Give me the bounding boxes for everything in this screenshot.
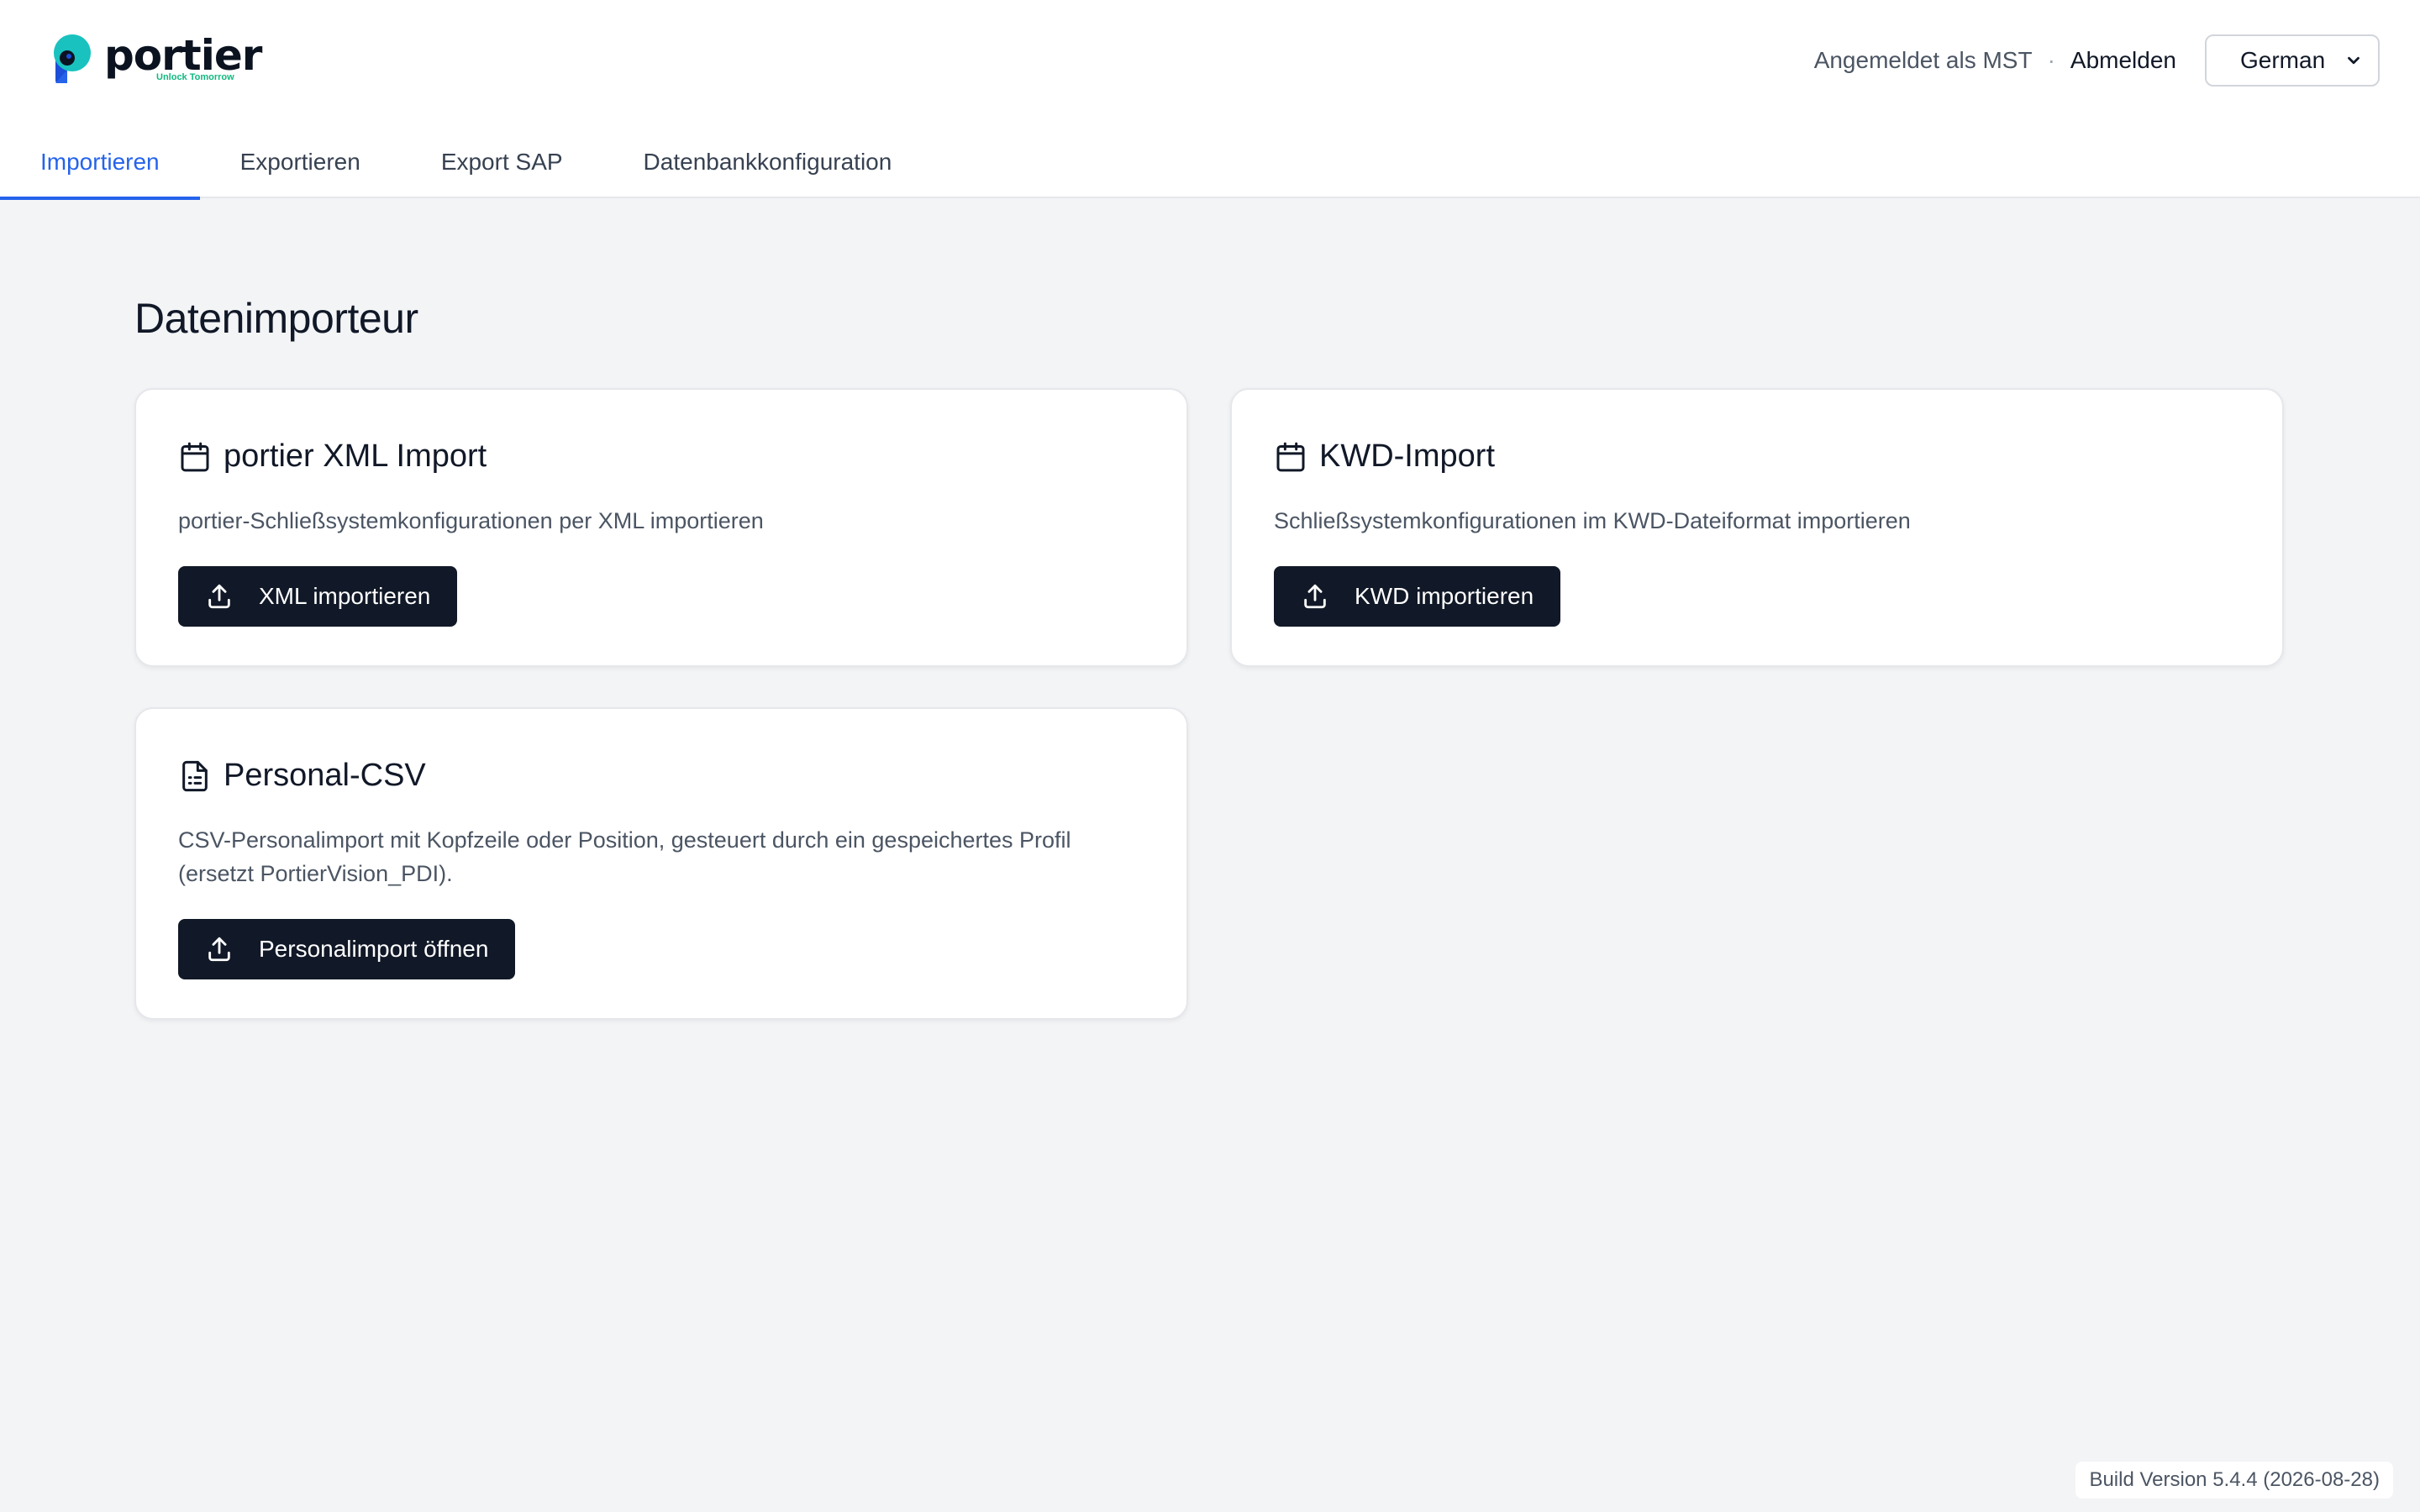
- file-text-icon: [182, 760, 208, 791]
- card-description: Schließsystemkonfigurationen im KWD-Date…: [1274, 508, 1911, 533]
- xml-import-button-label: XML importieren: [259, 583, 431, 609]
- kwd-import-card: KWD-Import Schließsystemkonfigurationen …: [1230, 388, 2284, 667]
- page-title: Datenimporteur: [134, 295, 418, 342]
- xml-import-card: portier XML Import portier-Schließsystem…: [134, 388, 1188, 667]
- upload-icon: [1304, 584, 1326, 609]
- upload-icon: [208, 584, 230, 609]
- tab-export-sap[interactable]: Export SAP: [401, 126, 603, 198]
- personal-csv-card: Personal-CSV CSV-Personalimport mit Kopf…: [134, 707, 1188, 1020]
- portier-logo-icon: [54, 34, 91, 83]
- chevron-down-icon: [2348, 56, 2360, 65]
- tab-exportieren[interactable]: Exportieren: [200, 126, 401, 198]
- card-header: portier XML Import: [178, 438, 487, 475]
- logged-in-user-label: Angemeldet als MST: [1813, 47, 2033, 73]
- kwd-import-button[interactable]: KWD importieren: [1274, 566, 1561, 627]
- language-selected-value: German: [2240, 47, 2326, 73]
- top-bar: portier Unlock Tomorrow Angemeldet als M…: [0, 0, 2420, 200]
- personal-import-button[interactable]: Personalimport öffnen: [178, 919, 516, 979]
- tab-datenbankkonfiguration[interactable]: Datenbankkonfiguration: [603, 126, 933, 198]
- calendar-icon: [181, 442, 209, 471]
- portier-logo[interactable]: portier Unlock Tomorrow: [52, 32, 262, 86]
- card-title: Personal-CSV: [224, 758, 426, 793]
- upload-icon: [208, 937, 230, 962]
- logo-wordmark: portier Unlock Tomorrow: [104, 32, 262, 86]
- calendar-icon: [1276, 442, 1305, 471]
- card-header: KWD-Import: [1274, 438, 1495, 475]
- card-title: KWD-Import: [1319, 438, 1495, 474]
- logout-link[interactable]: Abmelden: [2070, 47, 2176, 74]
- tab-importieren[interactable]: Importieren: [0, 126, 200, 200]
- user-area: Angemeldet als MST · Abmelden German: [1814, 34, 2380, 87]
- kwd-import-button-label: KWD importieren: [1355, 583, 1534, 609]
- header-separator: ·: [2047, 47, 2055, 73]
- card-description: CSV-Personalimport mit Kopfzeile oder Po…: [178, 827, 1071, 886]
- main-tabs: Importieren Exportieren Export SAP Daten…: [0, 126, 933, 200]
- xml-import-button[interactable]: XML importieren: [178, 566, 458, 627]
- card-description: portier-Schließsystemkonfigurationen per…: [178, 508, 764, 533]
- build-version: Build Version 5.4.4 (2026-08-28): [2075, 1462, 2393, 1499]
- card-title: portier XML Import: [224, 438, 487, 474]
- brand-tagline: Unlock Tomorrow: [156, 72, 234, 82]
- personal-import-button-label: Personalimport öffnen: [259, 936, 489, 962]
- language-select[interactable]: German: [2205, 34, 2380, 87]
- card-header: Personal-CSV: [178, 758, 426, 794]
